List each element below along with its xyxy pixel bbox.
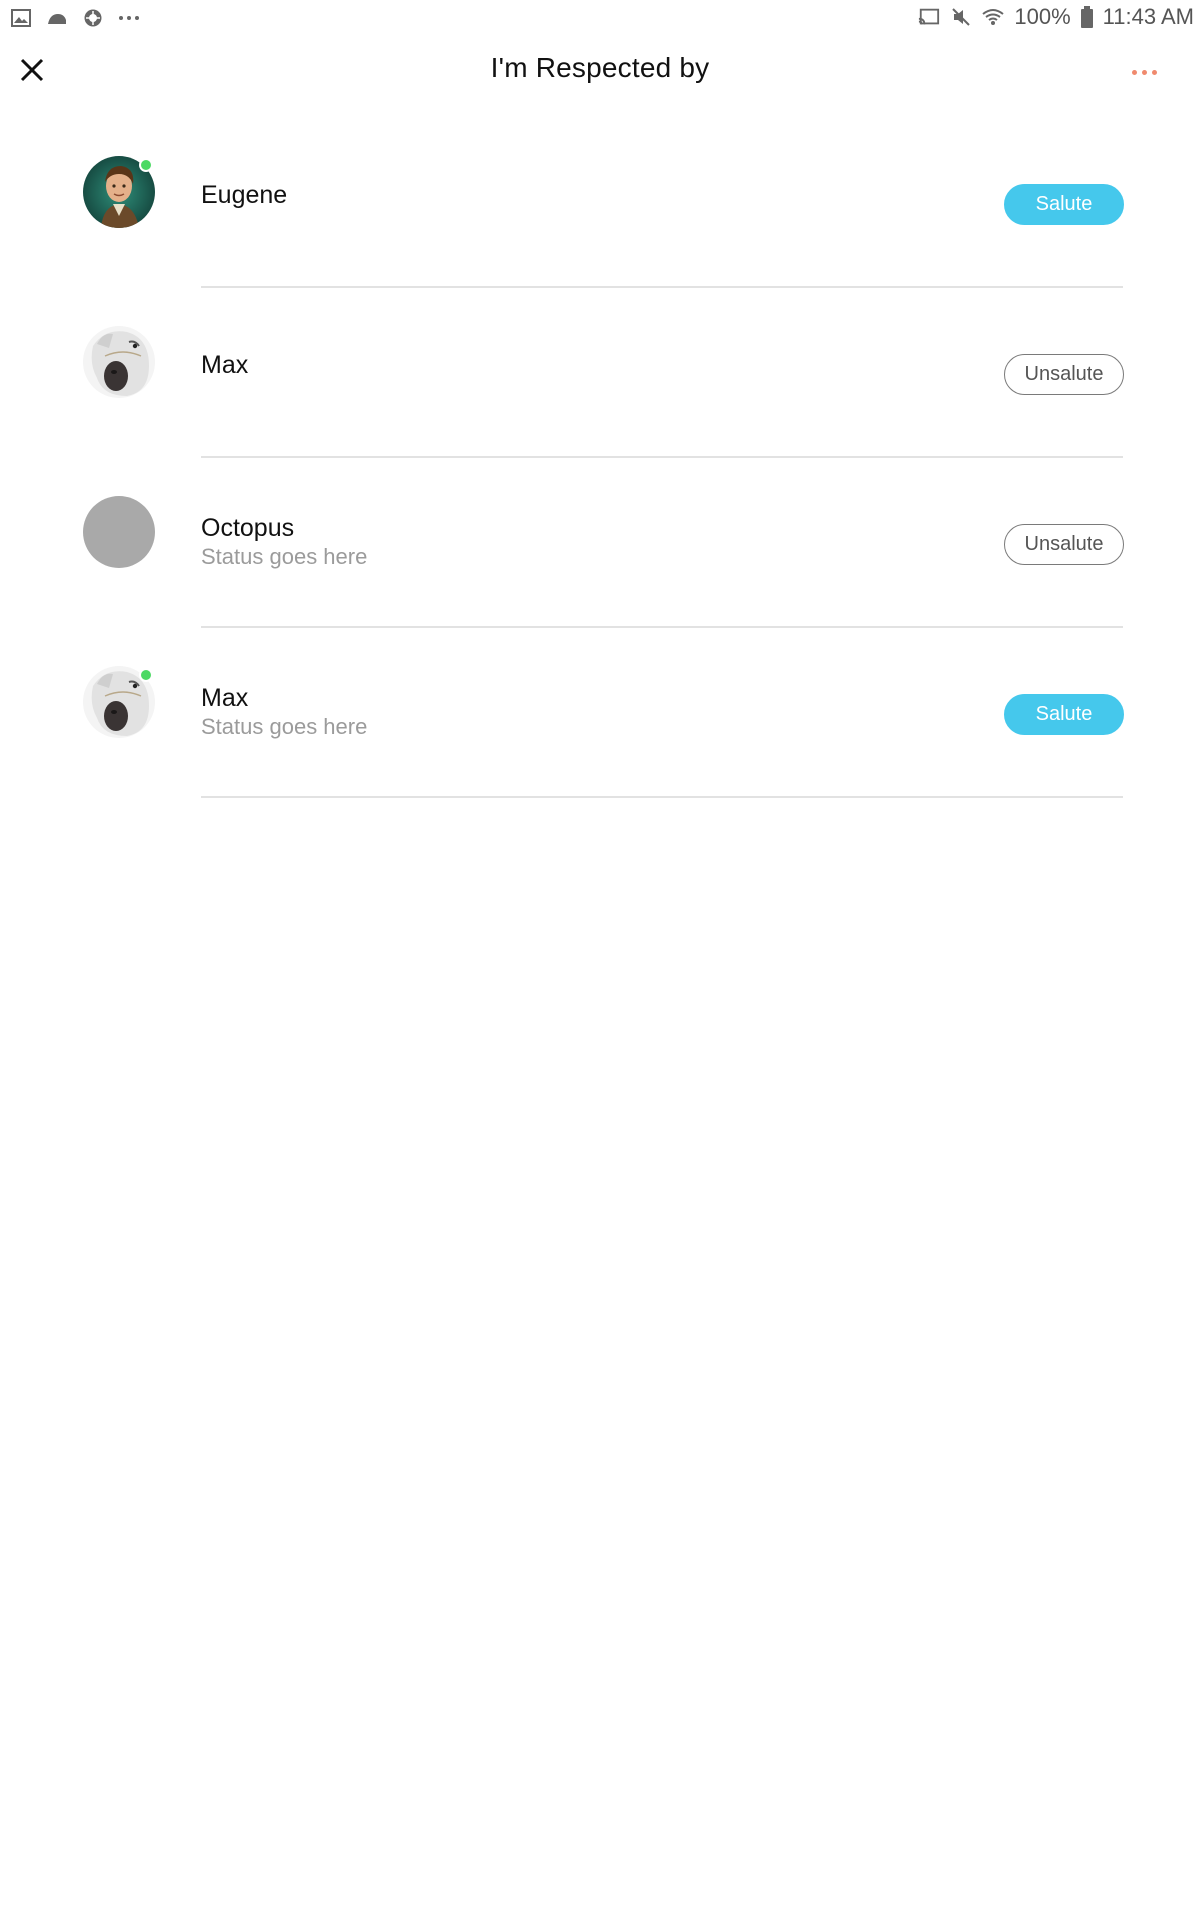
list-item[interactable]: Max Unsalute [0,274,1200,458]
list-item[interactable]: Eugene Salute [0,104,1200,288]
horse-avatar [83,326,155,398]
weather-icon [46,7,68,29]
battery-percent: 100% [1014,4,1071,29]
salute-button[interactable]: Salute [1004,184,1124,225]
list-item[interactable]: Octopus Status goes here Unsalute [0,444,1200,628]
placeholder-avatar [83,496,155,568]
app-icon [82,7,104,29]
app-bar: I'm Respected by [0,38,1200,104]
unsalute-button[interactable]: Unsalute [1004,524,1124,565]
clock: 11:43 AM [1102,4,1194,29]
wifi-icon [982,6,1005,28]
online-indicator [139,158,153,172]
avatar[interactable] [83,326,155,398]
person-status: Status goes here [201,544,368,569]
person-name: Eugene [201,181,288,209]
more-icon [1131,69,1137,75]
more-notifications-icon [118,7,140,29]
respected-by-list: Eugene Salute Max Unsalute Octopus Statu… [0,104,1200,798]
gallery-icon [10,7,32,29]
page-title: I'm Respected by [490,52,710,83]
unsalute-button[interactable]: Unsalute [1004,354,1124,395]
cast-icon [918,6,940,28]
list-item[interactable]: Max Status goes here Salute [0,614,1200,798]
avatar[interactable] [83,496,155,568]
divider [201,796,1123,798]
more-button[interactable] [1124,60,1164,84]
status-bar-right: 100% 11:43 AM [918,4,1194,30]
more-icon-dot [1141,69,1147,75]
person-name: Octopus [201,514,295,542]
person-status: Status goes here [201,714,368,739]
salute-button[interactable]: Salute [1004,694,1124,735]
status-bar-left [10,7,140,29]
battery-icon [1080,6,1093,28]
online-indicator [139,668,153,682]
person-name: Max [201,351,249,379]
person-name: Max [201,684,249,712]
more-icon-dot [1151,69,1157,75]
status-bar: 100% 11:43 AM [0,0,1200,38]
mute-icon [950,6,972,28]
